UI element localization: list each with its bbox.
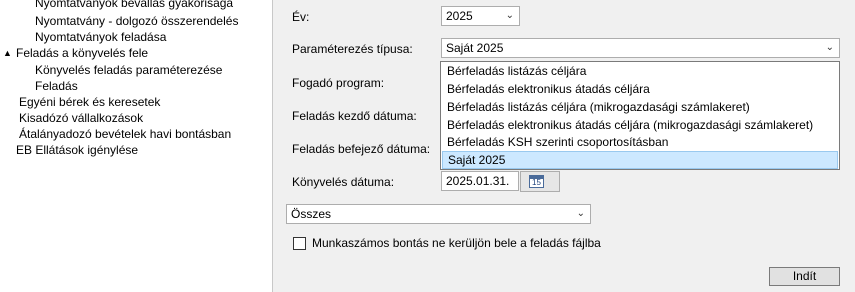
calendar-button[interactable]: 15 bbox=[520, 171, 560, 192]
year-select[interactable]: 2025 ⌄ bbox=[441, 6, 520, 26]
filter-value: Összes bbox=[291, 207, 332, 221]
navigation-tree: Nyomtatványok bevallás gyakorisága Nyomt… bbox=[0, 0, 272, 292]
tree-item-bevallas-gyakorisag[interactable]: Nyomtatványok bevallás gyakorisága bbox=[35, 0, 233, 11]
param-type-value: Saját 2025 bbox=[446, 41, 504, 55]
calendar-icon: 15 bbox=[529, 175, 544, 188]
tree-item-atalanyadozo[interactable]: Átalányadozó bevételek havi bontásban bbox=[19, 126, 231, 142]
param-type-select[interactable]: Saját 2025 ⌄ bbox=[441, 38, 840, 58]
chevron-down-icon: ⌄ bbox=[576, 208, 585, 219]
panel-splitter[interactable] bbox=[272, 0, 283, 292]
param-type-label: Paraméterezés típusa: bbox=[292, 42, 413, 56]
dropdown-option[interactable]: Bérfeladás listázás céljára (mikrogazdas… bbox=[442, 99, 838, 117]
work-number-checkbox[interactable] bbox=[293, 237, 306, 250]
booking-date-input[interactable]: 2025.01.31. bbox=[441, 171, 519, 191]
work-number-checkbox-label[interactable]: Munkaszámos bontás ne kerüljön bele a fe… bbox=[312, 236, 601, 250]
calendar-day: 15 bbox=[532, 178, 541, 187]
receiver-label: Fogadó program: bbox=[292, 76, 385, 90]
tree-item-dolgozo-osszerendeles[interactable]: Nyomtatvány - dolgozó összerendelés bbox=[35, 13, 238, 29]
tree-item-feladas[interactable]: Feladás bbox=[35, 78, 78, 94]
dropdown-option[interactable]: Bérfeladás KSH szerinti csoportosításban bbox=[442, 134, 838, 152]
dropdown-option[interactable]: Bérfeladás elektronikus átadás céljára bbox=[442, 81, 838, 99]
param-type-dropdown-list: Bérfeladás listázás céljára Bérfeladás e… bbox=[440, 61, 840, 170]
filter-select[interactable]: Összes ⌄ bbox=[286, 204, 591, 224]
booking-date-label: Könyvelés dátuma: bbox=[292, 175, 395, 189]
chevron-down-icon: ⌄ bbox=[825, 42, 834, 53]
dropdown-option-selected[interactable]: Saját 2025 bbox=[442, 151, 838, 169]
tree-item-feladas-konyveles-fele[interactable]: Feladás a könyvelés fele bbox=[16, 45, 148, 61]
tree-item-konyveles-parameterezes[interactable]: Könyvelés feladás paraméterezése bbox=[35, 62, 222, 78]
tree-item-nyomtatvanyok-feladasa[interactable]: Nyomtatványok feladása bbox=[35, 29, 166, 45]
dropdown-option[interactable]: Bérfeladás elektronikus átadás céljára (… bbox=[442, 117, 838, 135]
year-label: Év: bbox=[292, 10, 310, 24]
tree-item-kisadozo[interactable]: Kisadózó vállalkozások bbox=[19, 110, 143, 126]
end-date-label: Feladás befejező dátuma: bbox=[292, 142, 431, 156]
dropdown-option[interactable]: Bérfeladás listázás céljára bbox=[442, 63, 838, 81]
chevron-down-icon: ⌄ bbox=[505, 10, 514, 21]
tree-item-eb-ellatasok[interactable]: EB Ellátások igénylése bbox=[16, 142, 138, 158]
send-button[interactable]: Indít bbox=[769, 267, 840, 286]
expand-caret-icon[interactable]: ▲ bbox=[3, 49, 12, 58]
year-value: 2025 bbox=[446, 9, 473, 23]
booking-date-value: 2025.01.31. bbox=[446, 174, 510, 188]
start-date-label: Feladás kezdő dátuma: bbox=[292, 109, 417, 123]
tree-item-egyeni-berek[interactable]: Egyéni bérek és keresetek bbox=[19, 94, 160, 110]
